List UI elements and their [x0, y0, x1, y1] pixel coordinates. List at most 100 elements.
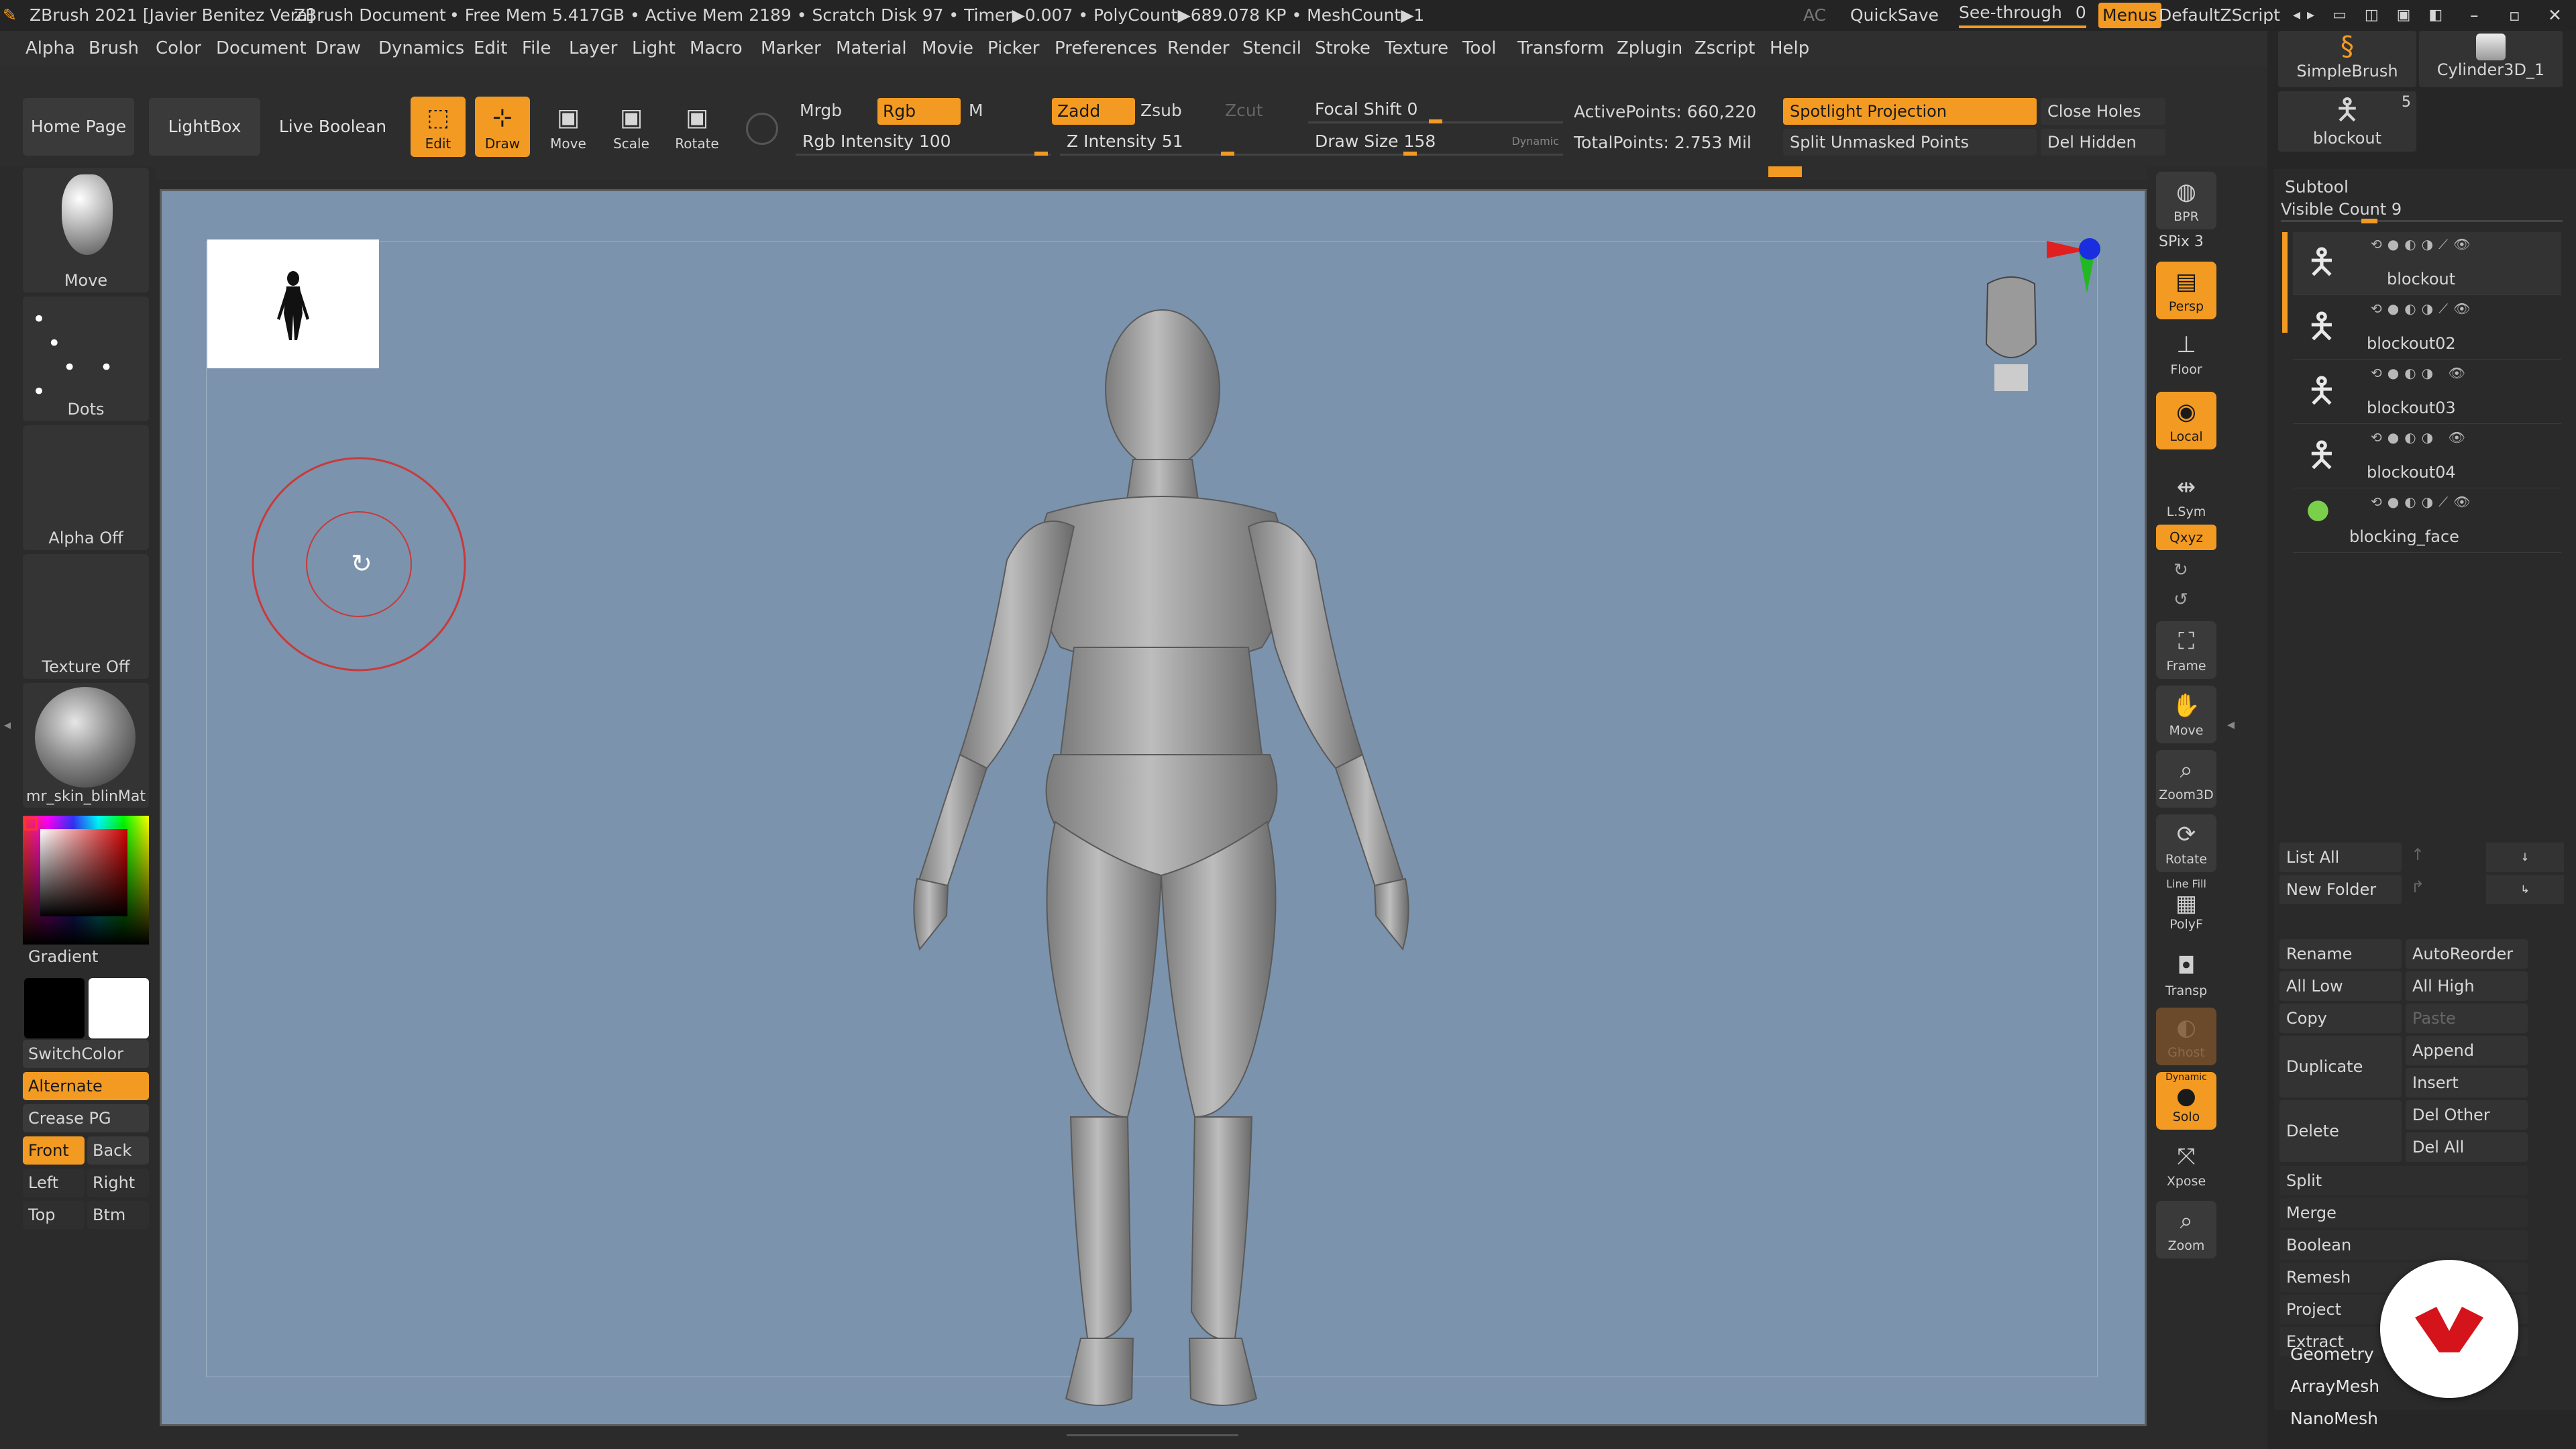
menu-transform[interactable]: Transform	[1517, 31, 1604, 66]
geometry-menu[interactable]: Geometry	[2290, 1344, 2374, 1364]
draw-size-slider[interactable]: Draw Size 158 Dynamic	[1308, 127, 1563, 156]
subtool-visibility-icons[interactable]: ⟲●◐◑⟋👁	[2371, 494, 2476, 510]
menu-movie[interactable]: Movie	[922, 31, 973, 66]
close-holes-button[interactable]: Close Holes	[2041, 98, 2165, 125]
back-view-button[interactable]: Back	[87, 1136, 149, 1165]
boolean-menu[interactable]: Boolean	[2279, 1230, 2528, 1260]
minimize-icon[interactable]: –	[2470, 0, 2479, 31]
default-zscript-button[interactable]: DefaultZScript	[2159, 0, 2280, 31]
scale-mode-button[interactable]: ▣ Scale	[604, 97, 659, 157]
rotate-view-button[interactable]: ⟳ Rotate	[2156, 814, 2216, 872]
axis-rotate-icons[interactable]: ↻ ↺	[2174, 555, 2188, 614]
window-layout-icons[interactable]: ◂▸ ▭ ◫ ▣ ◧	[2293, 0, 2449, 31]
menu-edit[interactable]: Edit	[474, 31, 507, 66]
top-view-button[interactable]: Top	[23, 1201, 85, 1229]
live-boolean-button[interactable]: Live Boolean	[275, 98, 390, 156]
quicksave-button[interactable]: QuickSave	[1850, 0, 1939, 31]
main-color-swatch[interactable]	[89, 978, 149, 1038]
menu-marker[interactable]: Marker	[761, 31, 821, 66]
material-selector[interactable]: mr_skin_blinMat	[23, 683, 149, 808]
copy-button[interactable]: Copy	[2279, 1004, 2402, 1033]
paste-button[interactable]: Paste	[2406, 1004, 2528, 1033]
xyz-button[interactable]: Qxyz	[2156, 525, 2216, 550]
blockout-tool[interactable]: 🯅 blockout 5	[2278, 91, 2416, 152]
menu-zplugin[interactable]: Zplugin	[1617, 31, 1682, 66]
new-folder-button[interactable]: New Folder	[2279, 875, 2402, 904]
floor-button[interactable]: ⊥ Floor	[2156, 325, 2216, 382]
see-through-slider[interactable]: See-through 0	[1959, 3, 2086, 28]
del-other-button[interactable]: Del Other	[2406, 1100, 2528, 1130]
visible-count-handle[interactable]	[2361, 219, 2377, 223]
spotlight-projection-button[interactable]: Spotlight Projection	[1783, 98, 2037, 125]
all-low-button[interactable]: All Low	[2279, 971, 2402, 1001]
alternate-button[interactable]: Alternate	[23, 1072, 149, 1100]
subtool-row-blockout02[interactable]: 🯅 ⟲●◐◑⟋👁 blockout02	[2293, 297, 2561, 360]
menu-texture[interactable]: Texture	[1385, 31, 1448, 66]
subtool-row-blocking-face[interactable]: ● ⟲●◐◑⟋👁 blocking_face	[2293, 490, 2561, 553]
z-intensity-slider[interactable]: Z Intensity 51	[1060, 127, 1308, 156]
subtool-visibility-icons[interactable]: ⟲●◐◑ 👁	[2371, 365, 2471, 381]
menu-macro[interactable]: Macro	[690, 31, 743, 66]
rotate-mode-button[interactable]: ▣ Rotate	[669, 97, 724, 157]
switch-color-button[interactable]: SwitchColor	[23, 1040, 149, 1068]
frame-button[interactable]: ⛶ Frame	[2156, 621, 2216, 679]
bottom-tray-handle[interactable]	[1067, 1434, 1238, 1441]
move-down-icon[interactable]: ↓	[2486, 843, 2564, 872]
toolbar-scroll-marker[interactable]	[1768, 166, 1802, 177]
xpose-button[interactable]: ⤧ Xpose	[2156, 1136, 2216, 1194]
menu-material[interactable]: Material	[836, 31, 907, 66]
subtool-row-blockout03[interactable]: 🯅 ⟲●◐◑ 👁 blockout03	[2293, 361, 2561, 424]
del-hidden-button[interactable]: Del Hidden	[2041, 129, 2165, 156]
draw-mode-button[interactable]: ⊹ Draw	[475, 97, 530, 157]
edit-mode-button[interactable]: ⬚ Edit	[411, 97, 466, 157]
del-all-button[interactable]: Del All	[2406, 1132, 2528, 1162]
gradient-label[interactable]: Gradient	[28, 947, 98, 966]
menu-zscript[interactable]: Zscript	[1695, 31, 1755, 66]
menu-preferences[interactable]: Preferences	[1055, 31, 1157, 66]
menu-dynamics[interactable]: Dynamics	[378, 31, 464, 66]
menu-brush[interactable]: Brush	[89, 31, 139, 66]
subtool-visibility-icons[interactable]: ⟲●◐◑⟋👁	[2371, 236, 2476, 252]
zsub-button[interactable]: Zsub	[1140, 101, 1182, 120]
secondary-color-swatch[interactable]	[24, 978, 85, 1038]
dynamic-label[interactable]: Dynamic	[1511, 127, 1559, 156]
z-intensity-handle[interactable]	[1221, 152, 1234, 156]
list-all-button[interactable]: List All	[2279, 843, 2402, 872]
mrgb-button[interactable]: Mrgb	[800, 101, 842, 120]
left-view-button[interactable]: Left	[23, 1169, 85, 1197]
merge-menu[interactable]: Merge	[2279, 1198, 2528, 1228]
zadd-button[interactable]: Zadd	[1052, 98, 1135, 125]
menu-alpha[interactable]: Alpha	[25, 31, 75, 66]
close-icon[interactable]: ✕	[2548, 0, 2562, 31]
move-view-button[interactable]: ✋ Move	[2156, 686, 2216, 743]
folder-return-icon[interactable]: ↳	[2486, 875, 2564, 904]
m-button[interactable]: M	[969, 101, 983, 120]
menu-picker[interactable]: Picker	[987, 31, 1039, 66]
navigator-thumbnail[interactable]	[207, 239, 379, 368]
persp-button[interactable]: ▤ Persp	[2156, 262, 2216, 319]
menu-file[interactable]: File	[522, 31, 551, 66]
solo-button[interactable]: Dynamic ● Solo	[2156, 1072, 2216, 1130]
insert-button[interactable]: Insert	[2406, 1068, 2528, 1097]
left-tray-toggle-icon[interactable]: ◂	[4, 716, 13, 797]
menu-render[interactable]: Render	[1167, 31, 1230, 66]
append-button[interactable]: Append	[2406, 1036, 2528, 1065]
autoreorder-button[interactable]: AutoReorder	[2406, 939, 2528, 969]
menu-layer[interactable]: Layer	[569, 31, 618, 66]
menu-draw[interactable]: Draw	[315, 31, 361, 66]
color-picker-square[interactable]	[40, 829, 127, 916]
brush-settings-icon[interactable]	[746, 113, 778, 145]
zoom3d-button[interactable]: ⌕ Zoom3D	[2156, 750, 2216, 808]
polyf-button[interactable]: Line Fill ▦ PolyF	[2156, 877, 2216, 935]
brush-selector[interactable]: Move	[23, 168, 149, 292]
move-up-icon[interactable]: ↑	[2411, 845, 2424, 864]
menu-color[interactable]: Color	[156, 31, 201, 66]
delete-button[interactable]: Delete	[2279, 1100, 2402, 1162]
right-view-button[interactable]: Right	[87, 1169, 149, 1197]
menu-document[interactable]: Document	[216, 31, 307, 66]
move-mode-button[interactable]: ▣ Move	[541, 97, 596, 157]
ghost-button[interactable]: ◐ Ghost	[2156, 1008, 2216, 1065]
home-page-button[interactable]: Home Page	[23, 98, 134, 156]
menus-button[interactable]: Menus	[2098, 3, 2161, 28]
menu-stencil[interactable]: Stencil	[1242, 31, 1301, 66]
